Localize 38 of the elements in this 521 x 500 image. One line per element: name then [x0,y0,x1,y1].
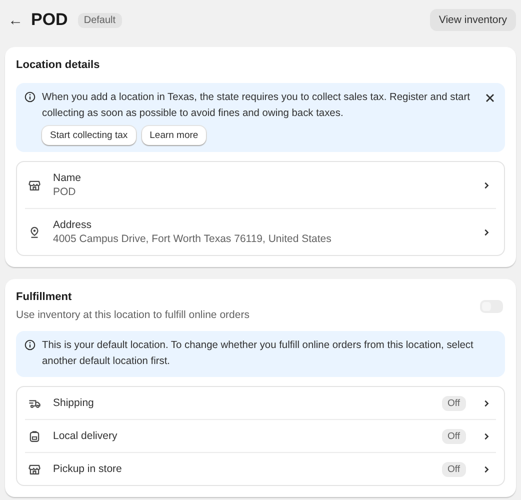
store-icon [28,178,41,192]
row-label: Address [53,219,93,231]
chevron-right-icon [482,398,491,408]
chevron-right-icon [482,228,491,236]
card-title: Location details [16,59,101,71]
chevron-right-icon [482,432,491,440]
banner-button[interactable]: Learn more [142,126,206,145]
back-button[interactable]: ← [5,12,25,28]
info-icon [24,91,36,103]
status-badge: Off [442,396,466,410]
card-title: Fulfillment [16,291,73,303]
view-inventory-button[interactable]: View inventory [430,9,516,31]
chevron-right-icon [482,464,491,474]
row-label: Pickup in store [53,463,123,475]
info-icon [24,339,36,351]
row-label: Shipping [53,397,95,409]
status-badge: Off [442,462,466,476]
banner-text: When you add a location in Texas, the state requires you to collect sales tax. Register and start collecting as soon as possible to avoid fines and owing back taxes. [42,91,471,121]
status-badge: Off [442,428,466,444]
banner-text: This is your default location. To change whether you fulfill online orders from this location, select another default location first. [42,339,474,369]
method-row[interactable]: Pickup in store Off [25,452,496,485]
row-label: Name [53,172,82,184]
location-pin-icon [28,226,41,238]
row-value: POD [53,186,77,198]
banner-button[interactable]: Start collecting tax [42,126,136,145]
status-badge: Default [78,12,122,28]
row-value: 4005 Campus Drive, Fort Worth Texas 76119, United States [53,233,332,245]
detail-row[interactable]: Name POD [25,162,496,208]
page-title: POD [31,10,68,30]
detail-row[interactable]: Address 4005 Campus Drive, Fort Worth Texas 76119, United States [25,208,496,255]
card-description: Use inventory at this location to fulfill online orders [16,309,250,321]
method-row[interactable]: Local delivery Off [25,419,496,452]
row-label: Local delivery [53,430,118,442]
package-icon [28,430,41,442]
store-icon [28,462,41,476]
close-icon[interactable] [485,93,495,103]
method-row[interactable]: Shipping Off [25,387,496,419]
chevron-right-icon [482,180,491,190]
